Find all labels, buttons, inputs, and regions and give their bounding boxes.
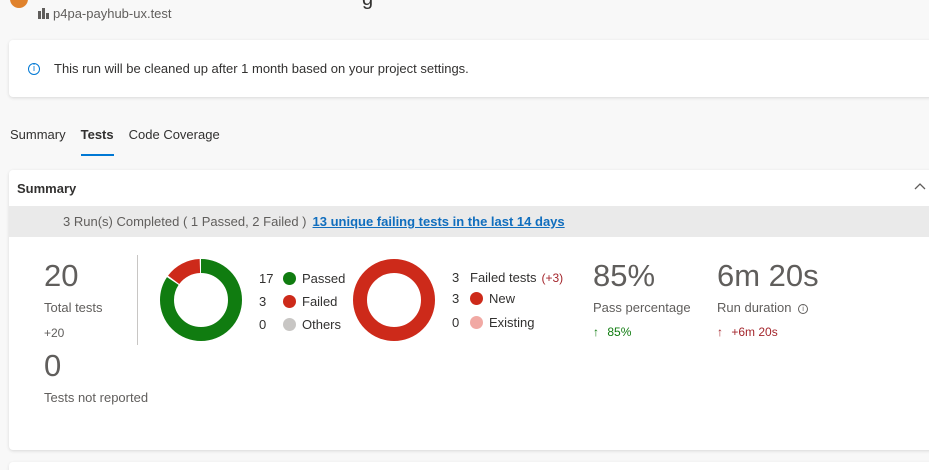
new-label: New xyxy=(489,291,516,306)
run-duration-label-row: Run duration i xyxy=(717,300,809,315)
existing-label: Existing xyxy=(489,315,535,330)
page-title: g xyxy=(362,0,373,11)
legend-others: 0 Others xyxy=(259,317,341,332)
failed-tests-count: 3 xyxy=(452,270,460,285)
tab-summary[interactable]: Summary xyxy=(10,127,66,156)
summary-header[interactable]: Summary xyxy=(9,170,929,206)
failed-slice-new xyxy=(353,259,435,341)
new-count: 3 xyxy=(452,291,460,306)
legend-failed-tests: 3 Failed tests (+3) xyxy=(452,270,563,285)
legend-passed: 17 Passed xyxy=(259,271,345,286)
chevron-up-icon[interactable] xyxy=(913,180,927,194)
arrow-up-icon: ↑ xyxy=(717,325,723,339)
info-banner: i This run will be cleaned up after 1 mo… xyxy=(9,40,929,97)
run-status: 3 Run(s) Completed ( 1 Passed, 2 Failed … xyxy=(63,214,307,229)
arrow-up-icon: ↑ xyxy=(593,325,599,339)
failed-label: Failed xyxy=(302,294,338,309)
new-dot-icon xyxy=(470,292,483,305)
legend-existing: 0 Existing xyxy=(452,315,535,330)
pass-percentage-delta-row: ↑ 85% xyxy=(593,325,631,339)
not-reported-value: 0 xyxy=(44,348,62,383)
passed-count: 17 xyxy=(259,271,274,286)
total-tests-label: Total tests xyxy=(44,300,103,315)
tab-bar: Summary Tests Code Coverage xyxy=(10,127,235,156)
legend-failed: 3 Failed xyxy=(259,294,337,309)
avatar xyxy=(10,0,28,8)
passed-label: Passed xyxy=(302,271,346,286)
not-reported-label: Tests not reported xyxy=(44,390,149,405)
failed-donut-chart xyxy=(353,259,435,341)
pass-percentage-delta: 85% xyxy=(607,325,632,339)
pass-percentage-label: Pass percentage xyxy=(593,300,691,315)
failed-tests-label: Failed tests xyxy=(470,270,537,285)
repo-name[interactable]: p4pa-payhub-ux.test xyxy=(53,6,172,21)
failed-tests-delta: (+3) xyxy=(541,270,564,285)
info-icon[interactable]: i xyxy=(798,304,809,314)
outcome-donut-chart xyxy=(160,259,242,341)
pass-percentage-value: 85% xyxy=(593,258,656,293)
failed-dot-icon xyxy=(283,295,296,308)
others-dot-icon xyxy=(283,318,296,331)
run-duration-delta: +6m 20s xyxy=(731,325,778,339)
next-card xyxy=(9,462,929,470)
repo-icon xyxy=(38,8,49,19)
run-duration-value: 6m 20s xyxy=(717,258,819,293)
others-count: 0 xyxy=(259,317,267,332)
run-status-bar: 3 Run(s) Completed ( 1 Passed, 2 Failed … xyxy=(9,206,929,237)
tab-code-coverage[interactable]: Code Coverage xyxy=(129,127,220,156)
failing-tests-link[interactable]: 13 unique failing tests in the last 14 d… xyxy=(313,214,565,229)
summary-card: Summary 3 Run(s) Completed ( 1 Passed, 2… xyxy=(9,170,929,450)
legend-new: 3 New xyxy=(452,291,515,306)
others-label: Others xyxy=(302,317,342,332)
existing-count: 0 xyxy=(452,315,460,330)
repo-line: p4pa-payhub-ux.test xyxy=(38,6,172,21)
run-duration-label: Run duration xyxy=(717,300,792,315)
tab-tests[interactable]: Tests xyxy=(80,127,114,156)
summary-title: Summary xyxy=(17,180,77,196)
info-icon: i xyxy=(28,62,40,75)
failed-count: 3 xyxy=(259,294,267,309)
total-tests-delta: +20 xyxy=(44,326,65,340)
passed-dot-icon xyxy=(283,272,296,285)
total-tests-value: 20 xyxy=(44,258,79,293)
existing-dot-icon xyxy=(470,316,483,329)
banner-text: This run will be cleaned up after 1 mont… xyxy=(54,61,469,76)
run-duration-delta-row: ↑ +6m 20s xyxy=(717,325,778,339)
divider xyxy=(137,255,138,345)
